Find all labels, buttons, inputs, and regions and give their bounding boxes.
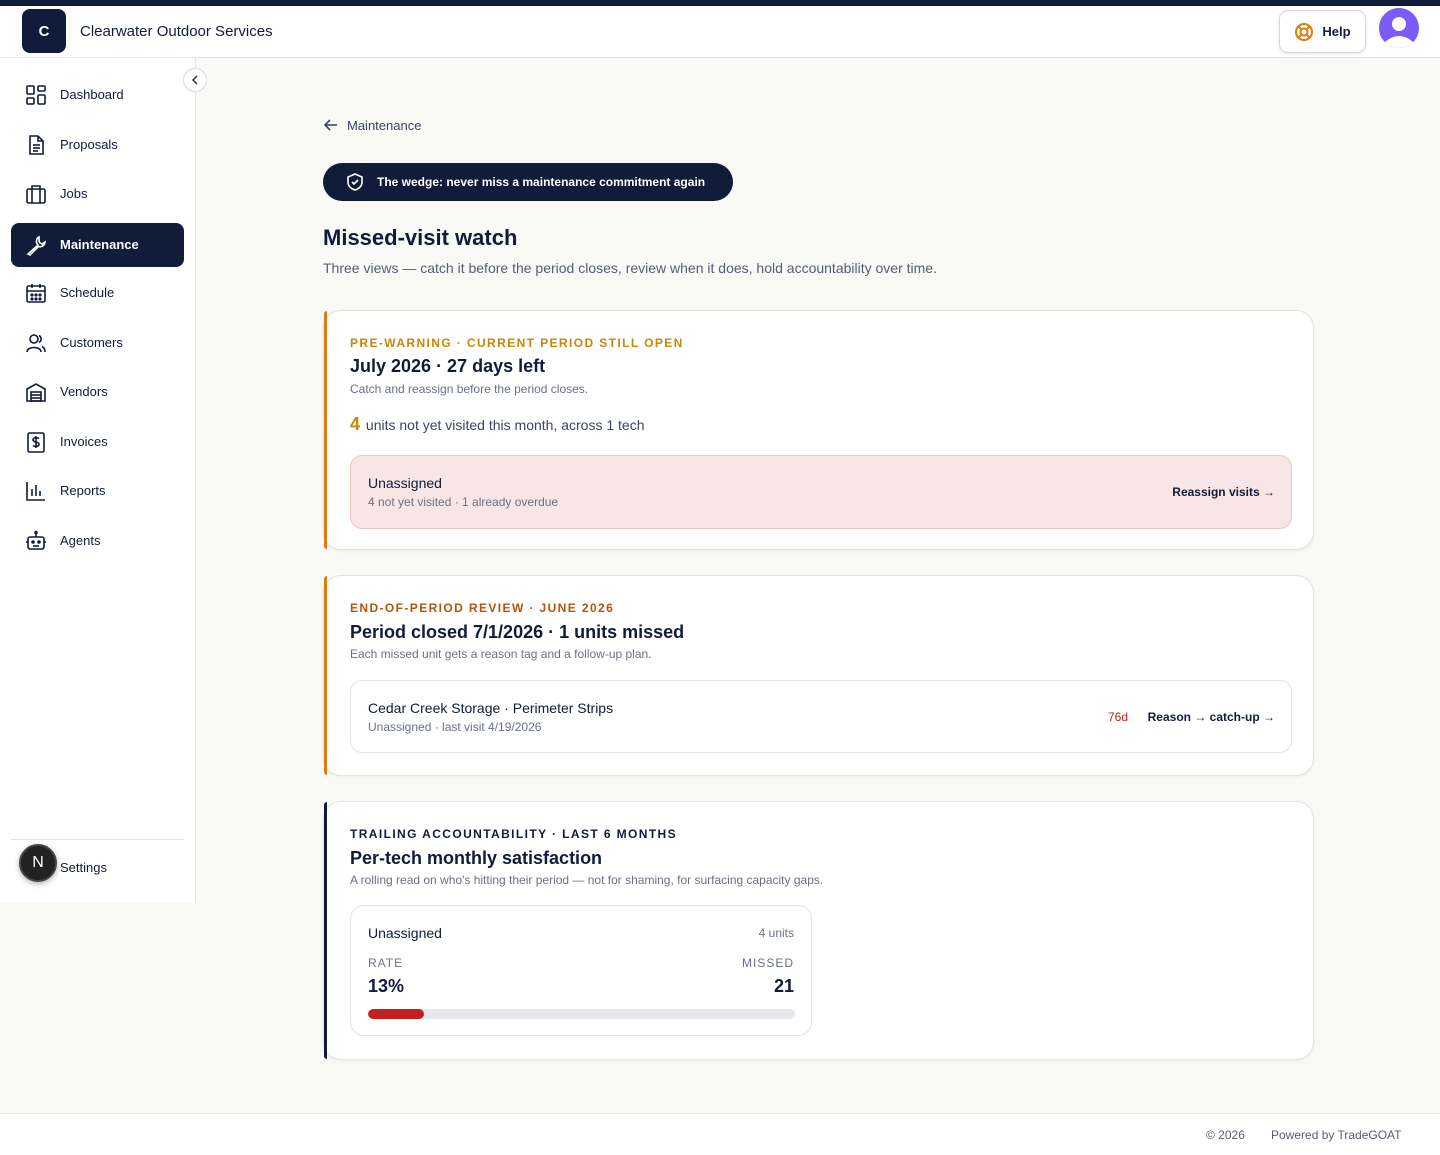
tech-units: 4 units bbox=[758, 926, 794, 940]
footer-powered-by[interactable]: Powered by TradeGOAT bbox=[1271, 1128, 1402, 1142]
arrow-left-icon bbox=[323, 119, 337, 131]
sidebar-item-dashboard[interactable]: Dashboard bbox=[11, 73, 184, 117]
unassigned-row[interactable]: Unassigned 4 not yet visited · 1 already… bbox=[350, 455, 1292, 529]
days-overdue: 76d bbox=[1107, 710, 1128, 724]
help-button[interactable]: Help bbox=[1279, 10, 1366, 53]
sidebar-item-customers[interactable]: Customers bbox=[11, 321, 184, 365]
lifebuoy-icon bbox=[1295, 22, 1314, 41]
page-title: Missed-visit watch bbox=[323, 225, 518, 250]
footer-copyright: © 2026 bbox=[1206, 1128, 1245, 1142]
back-link-label: Maintenance bbox=[347, 117, 422, 133]
bar-chart-icon bbox=[26, 482, 45, 501]
prewarning-card: PRE-WARNING · CURRENT PERIOD STILL OPEN … bbox=[323, 310, 1314, 550]
sidebar-item-label: Settings bbox=[60, 860, 107, 875]
card-subtitle: Each missed unit gets a reason tag and a… bbox=[350, 647, 652, 661]
company-logo[interactable]: C bbox=[22, 9, 66, 53]
unvisited-count: 4 units not yet visited this month, acro… bbox=[350, 414, 644, 435]
sidebar-item-label: Invoices bbox=[60, 434, 108, 449]
row-title: Unassigned bbox=[368, 475, 442, 491]
sidebar-item-agents[interactable]: Agents bbox=[11, 519, 184, 563]
dev-tools-badge[interactable]: N bbox=[19, 844, 57, 882]
rate-label: RATE bbox=[368, 956, 404, 970]
reason-catchup-button[interactable]: Reason → catch-up → bbox=[1148, 710, 1275, 724]
sidebar-item-label: Maintenance bbox=[60, 237, 139, 252]
unvisited-count-number: 4 bbox=[350, 414, 361, 434]
dollar-receipt-icon bbox=[27, 432, 45, 453]
sidebar-item-label: Proposals bbox=[60, 137, 118, 152]
sidebar-item-label: Customers bbox=[60, 335, 123, 350]
sidebar-item-label: Schedule bbox=[60, 285, 115, 300]
robot-icon bbox=[26, 530, 46, 550]
sidebar-item-schedule[interactable]: Schedule bbox=[11, 271, 184, 315]
card-kicker: TRAILING ACCOUNTABILITY · LAST 6 MONTHS bbox=[350, 827, 678, 841]
users-icon bbox=[26, 334, 46, 353]
sidebar-item-maintenance[interactable]: Maintenance bbox=[11, 223, 184, 267]
help-label: Help bbox=[1322, 24, 1351, 39]
wedge-text: The wedge: never miss a maintenance comm… bbox=[377, 175, 706, 189]
card-accent bbox=[324, 576, 327, 775]
row-title: Cedar Creek Storage · Perimeter Strips bbox=[368, 700, 614, 716]
missed-label: MISSED bbox=[741, 956, 794, 970]
sidebar-item-jobs[interactable]: Jobs bbox=[11, 172, 184, 216]
sidebar-item-label: Vendors bbox=[60, 384, 108, 399]
chevron-left-icon bbox=[191, 75, 198, 85]
card-subtitle: Catch and reassign before the period clo… bbox=[350, 382, 589, 396]
card-title: Per-tech monthly satisfaction bbox=[350, 848, 603, 868]
sidebar-item-label: Agents bbox=[60, 533, 101, 548]
calendar-icon bbox=[26, 284, 46, 303]
shield-check-icon bbox=[347, 173, 363, 191]
missed-unit-row[interactable]: Cedar Creek Storage · Perimeter Strips U… bbox=[350, 680, 1292, 753]
sidebar-item-invoices[interactable]: Invoices bbox=[11, 420, 184, 464]
rate-value: 13% bbox=[368, 976, 405, 996]
user-avatar-icon bbox=[1379, 8, 1419, 48]
user-avatar[interactable] bbox=[1379, 8, 1419, 48]
sidebar: Dashboard Proposals Jobs Maintenance Sch… bbox=[0, 58, 207, 903]
briefcase-icon bbox=[26, 185, 46, 204]
sidebar-item-label: Reports bbox=[60, 483, 106, 498]
card-accent bbox=[324, 802, 327, 1059]
warehouse-icon bbox=[26, 383, 46, 402]
tech-name: Unassigned bbox=[368, 925, 442, 941]
wrench-icon bbox=[26, 235, 46, 256]
back-link[interactable]: Maintenance bbox=[323, 117, 421, 133]
reassign-visits-button[interactable]: Reassign visits → bbox=[1172, 485, 1275, 499]
wedge-banner: The wedge: never miss a maintenance comm… bbox=[323, 163, 733, 201]
sidebar-item-vendors[interactable]: Vendors bbox=[11, 370, 184, 414]
tech-satisfaction-card[interactable]: Unassigned 4 units RATE 13% MISSED 21 bbox=[350, 905, 812, 1036]
card-title: Period closed 7/1/2026 · 1 units missed bbox=[350, 622, 685, 642]
trailing-card: TRAILING ACCOUNTABILITY · LAST 6 MONTHS … bbox=[323, 801, 1314, 1060]
app-header: C Clearwater Outdoor Services Help bbox=[0, 6, 1440, 58]
sidebar-item-label: Dashboard bbox=[60, 87, 124, 102]
sidebar-item-proposals[interactable]: Proposals bbox=[11, 123, 184, 167]
sidebar-item-label: Jobs bbox=[60, 186, 88, 201]
collapse-sidebar-button[interactable] bbox=[183, 68, 207, 92]
document-icon bbox=[29, 135, 44, 155]
card-accent bbox=[324, 311, 327, 549]
row-subtitle: Unassigned · last visit 4/19/2026 bbox=[368, 720, 542, 734]
page-subtitle: Three views — catch it before the period… bbox=[323, 260, 937, 276]
missed-value: 21 bbox=[773, 976, 794, 996]
card-subtitle: A rolling read on who's hitting their pe… bbox=[350, 873, 824, 887]
rate-progress-bar bbox=[368, 1009, 795, 1019]
rate-progress-fill bbox=[368, 1009, 424, 1019]
row-subtitle: 4 not yet visited · 1 already overdue bbox=[368, 495, 559, 509]
sidebar-divider bbox=[11, 839, 184, 840]
unvisited-count-text: units not yet visited this month, across… bbox=[365, 417, 645, 433]
card-kicker: END-OF-PERIOD REVIEW · JUNE 2026 bbox=[350, 601, 615, 615]
review-card: END-OF-PERIOD REVIEW · JUNE 2026 Period … bbox=[323, 575, 1314, 776]
grid-icon bbox=[26, 85, 46, 105]
card-kicker: PRE-WARNING · CURRENT PERIOD STILL OPEN bbox=[350, 336, 684, 350]
card-title: July 2026 · 27 days left bbox=[350, 356, 546, 376]
footer: © 2026 Powered by TradeGOAT bbox=[0, 1113, 1440, 1155]
company-name: Clearwater Outdoor Services bbox=[80, 23, 273, 40]
sidebar-item-reports[interactable]: Reports bbox=[11, 469, 184, 513]
